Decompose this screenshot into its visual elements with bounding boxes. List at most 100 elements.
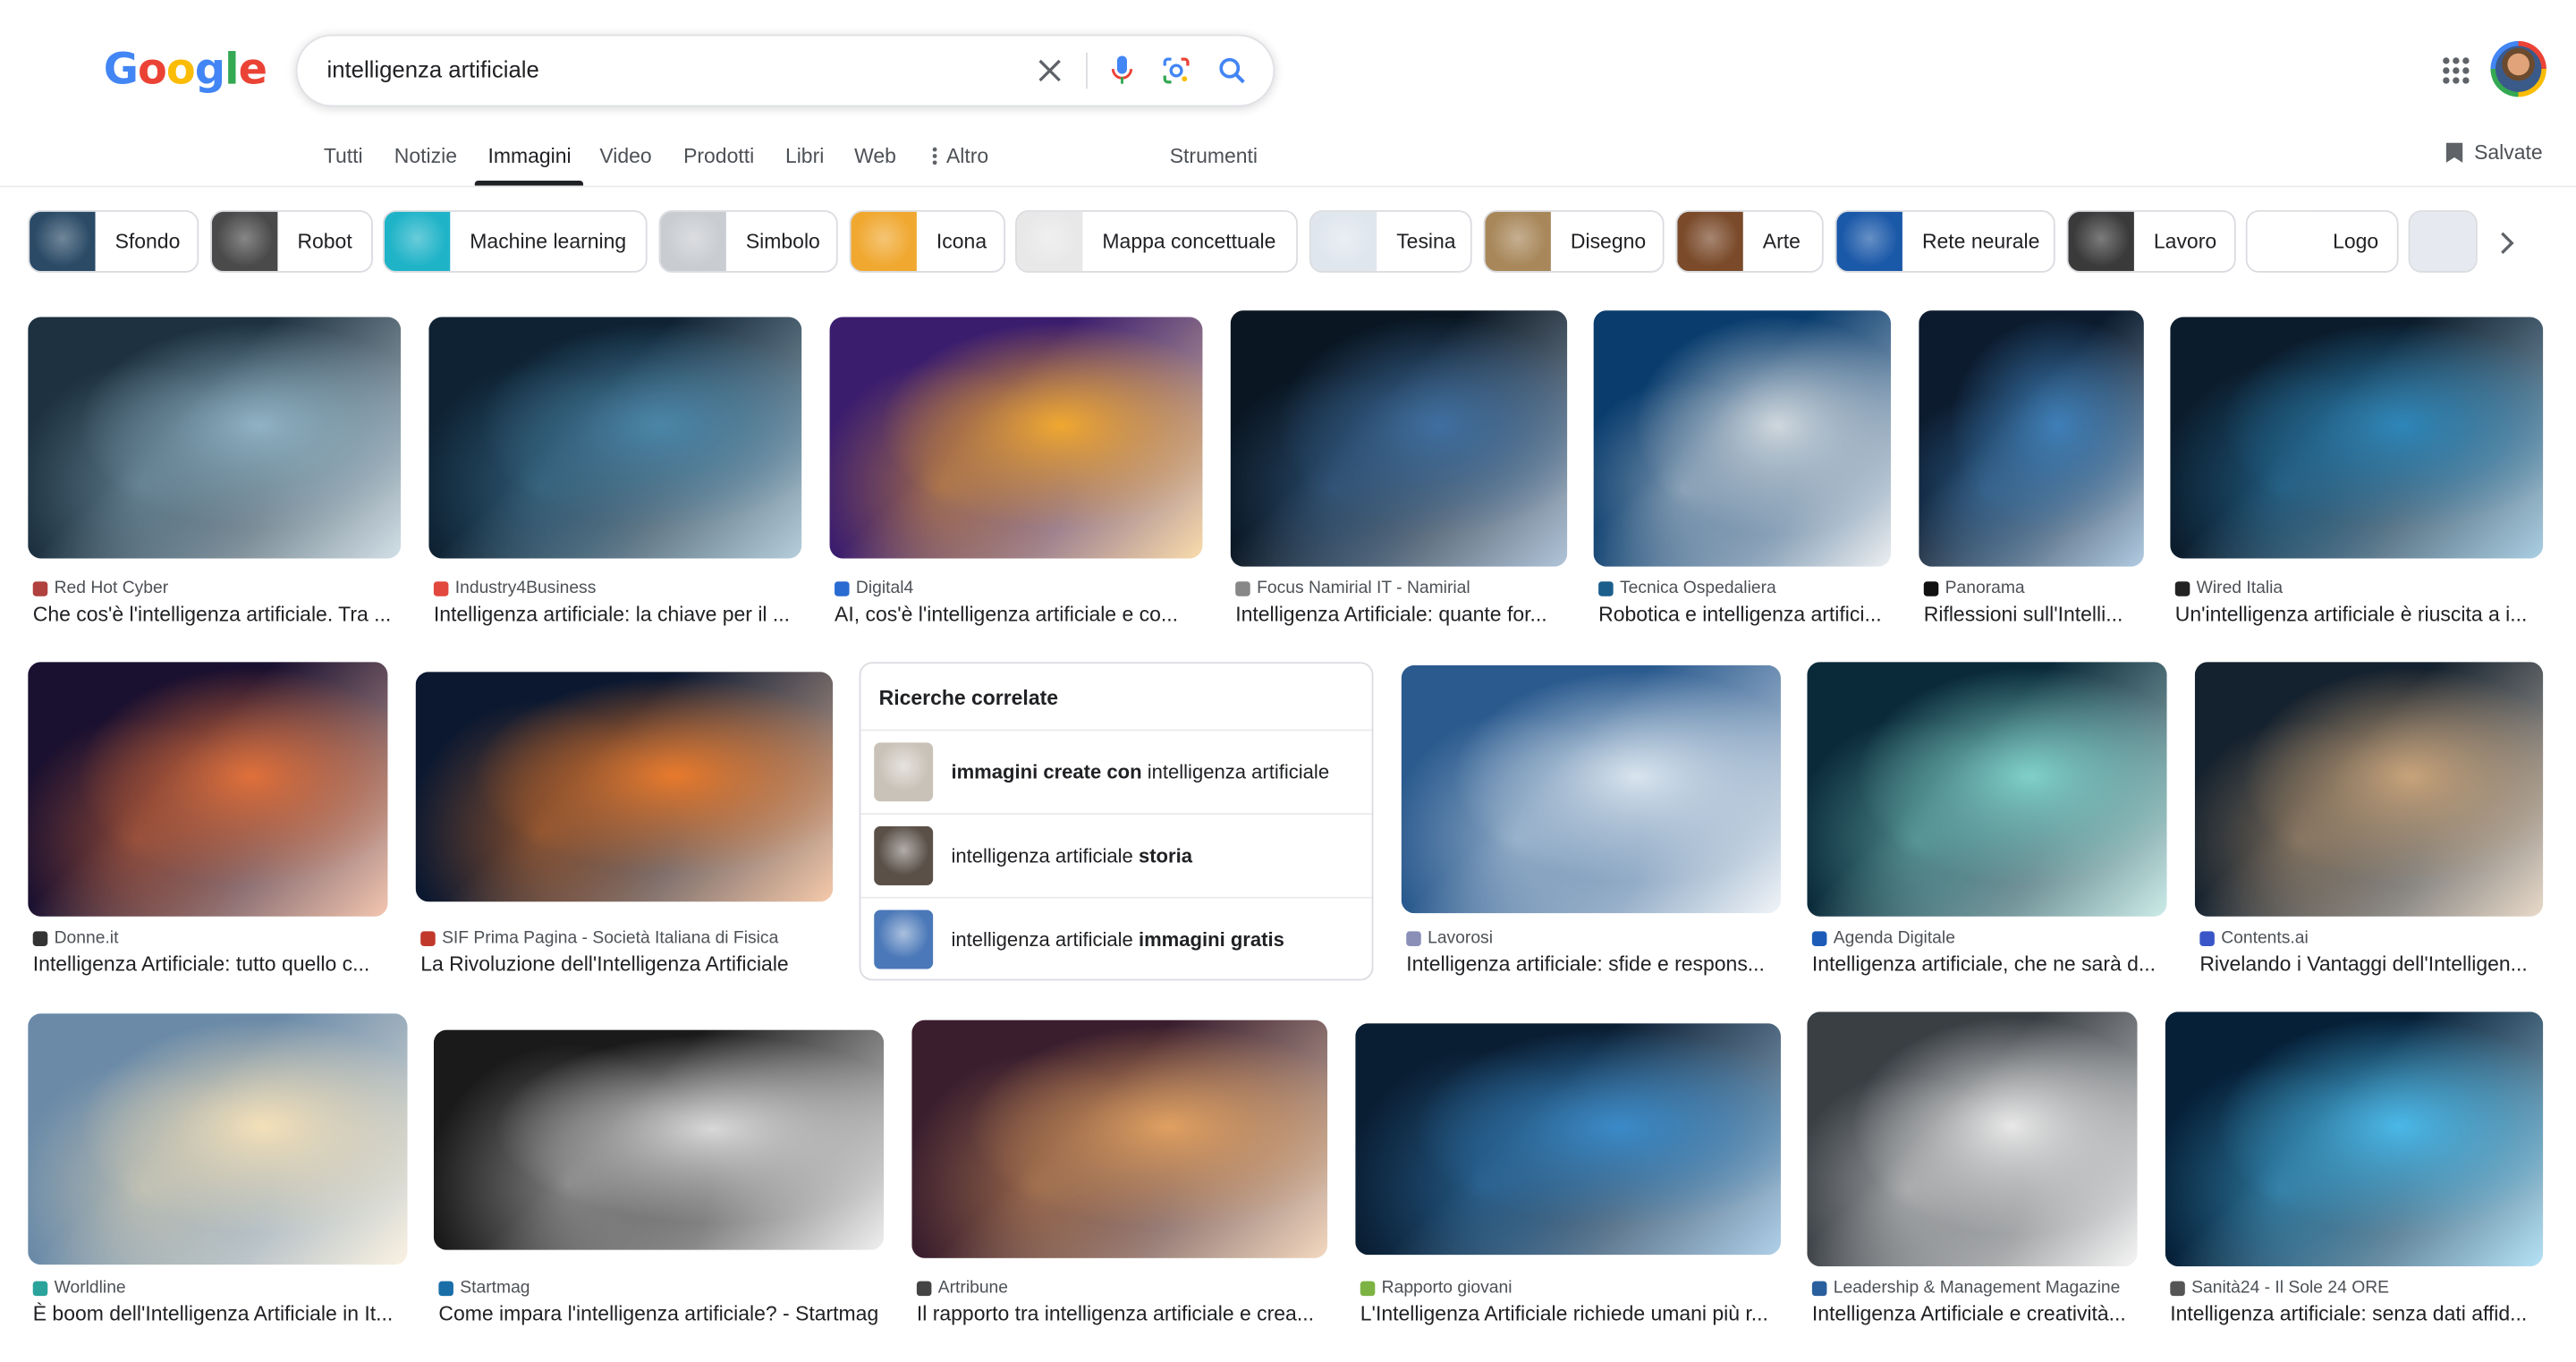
tab-video[interactable]: Video bbox=[599, 145, 651, 168]
tab-notizie[interactable]: Notizie bbox=[394, 145, 457, 168]
result-title[interactable]: L'Intelligenza Artificiale richiede uman… bbox=[1360, 1303, 1781, 1326]
result-thumbnail[interactable] bbox=[1807, 1011, 2138, 1267]
result-thumbnail[interactable] bbox=[2165, 1011, 2544, 1267]
tab-tutti[interactable]: Tutti bbox=[324, 145, 363, 168]
result-source[interactable]: Wired Italia bbox=[2174, 579, 2283, 598]
result-title[interactable]: Intelligenza Artificiale: quante for... bbox=[1235, 603, 1567, 626]
chip-thumbnail bbox=[1485, 211, 1551, 272]
chip-label: Mappa concettuale bbox=[1102, 230, 1276, 253]
chip-robot[interactable]: Robot bbox=[210, 210, 373, 273]
chip-simbolo[interactable]: Simbolo bbox=[658, 210, 838, 273]
result-source[interactable]: Lavorosi bbox=[1406, 928, 1493, 948]
result-source[interactable]: Artribune bbox=[916, 1278, 1008, 1298]
result-thumbnail[interactable] bbox=[428, 317, 802, 559]
result-title[interactable]: Robotica e intelligenza artifici... bbox=[1598, 603, 1891, 626]
search-input[interactable]: intelligenza artificiale bbox=[327, 55, 539, 81]
account-avatar[interactable] bbox=[2490, 40, 2546, 97]
saved-button[interactable]: Salvate bbox=[2445, 141, 2543, 165]
related-search-item[interactable]: intelligenza artificiale immagini gratis bbox=[860, 896, 1372, 983]
result-source[interactable]: Agenda Digitale bbox=[1811, 928, 1955, 948]
chevron-right-icon[interactable] bbox=[2484, 224, 2529, 263]
result-thumbnail[interactable] bbox=[28, 317, 402, 559]
header-divider bbox=[0, 185, 2576, 188]
logo-letter: o bbox=[165, 46, 196, 96]
result-source[interactable]: Startmag bbox=[438, 1278, 530, 1298]
result-title[interactable]: Che cos'è l'intelligenza artificiale. Tr… bbox=[33, 603, 401, 626]
result-thumbnail[interactable] bbox=[2194, 662, 2544, 917]
result-source[interactable]: Worldline bbox=[32, 1278, 126, 1298]
result-title[interactable]: Intelligenza artificiale, che ne sarà d.… bbox=[1812, 952, 2167, 976]
result-thumbnail[interactable] bbox=[1355, 1023, 1781, 1256]
search-icon[interactable] bbox=[1216, 55, 1249, 88]
google-logo[interactable]: Google bbox=[104, 46, 267, 95]
chip-thumbnail bbox=[30, 211, 96, 272]
result-thumbnail[interactable] bbox=[911, 1019, 1328, 1258]
result-source[interactable]: Digital4 bbox=[835, 579, 913, 598]
chip-arte[interactable]: Arte bbox=[1675, 210, 1824, 273]
result-source[interactable]: Panorama bbox=[1923, 579, 2025, 598]
result-source[interactable]: Tecnica Ospedaliera bbox=[1598, 579, 1776, 598]
result-source[interactable]: Red Hot Cyber bbox=[32, 578, 169, 598]
result-title[interactable]: Riflessioni sull'Intelli... bbox=[1924, 603, 2144, 626]
tab-web[interactable]: Web bbox=[854, 145, 896, 168]
chip-partial[interactable] bbox=[2408, 210, 2478, 273]
result-source-name: Donne.it bbox=[54, 927, 119, 948]
result-thumbnail[interactable] bbox=[1919, 310, 2144, 567]
result-source[interactable]: Sanità24 - Il Sole 24 ORE bbox=[2170, 1278, 2389, 1298]
result-title[interactable]: Rivelando i Vantaggi dell'Intelligen... bbox=[2199, 952, 2543, 976]
chip-disegno[interactable]: Disegno bbox=[1483, 210, 1665, 273]
result-thumbnail[interactable] bbox=[415, 672, 834, 902]
chip-rete-neurale[interactable]: Rete neurale bbox=[1835, 210, 2055, 273]
result-title[interactable]: È boom dell'Intelligenza Artificiale in … bbox=[33, 1303, 408, 1326]
result-title[interactable]: La Rivoluzione dell'Intelligenza Artific… bbox=[420, 952, 833, 976]
result-source[interactable]: Industry4Business bbox=[433, 579, 596, 598]
chip-mappa-concettuale[interactable]: Mappa concettuale bbox=[1015, 210, 1298, 273]
search-box[interactable]: intelligenza artificiale bbox=[295, 34, 1275, 107]
result-title[interactable]: Intelligenza artificiale: sfide e respon… bbox=[1406, 952, 1781, 976]
result-title[interactable]: Un'intelligenza artificiale è riuscita a… bbox=[2175, 603, 2543, 626]
result-title[interactable]: Intelligenza Artificiale: tutto quello c… bbox=[33, 952, 388, 976]
tab-immagini[interactable]: Immagini bbox=[487, 145, 571, 168]
result-thumbnail[interactable] bbox=[1230, 310, 1568, 567]
result-thumbnail[interactable] bbox=[829, 317, 1203, 559]
google-apps-icon[interactable] bbox=[2441, 55, 2470, 85]
result-thumbnail[interactable] bbox=[1593, 310, 1892, 567]
chip-logo[interactable]: Logo bbox=[2245, 210, 2399, 273]
lens-camera-icon[interactable] bbox=[1160, 55, 1193, 88]
favicon-icon bbox=[32, 580, 48, 596]
tools-button[interactable]: Strumenti bbox=[1170, 145, 1258, 168]
clear-icon[interactable] bbox=[1033, 55, 1066, 88]
result-title[interactable]: AI, cos'è l'intelligenza artificiale e c… bbox=[835, 603, 1202, 626]
result-title[interactable]: Come impara l'intelligenza artificiale? … bbox=[438, 1303, 884, 1326]
result-source[interactable]: Leadership & Management Magazine bbox=[1811, 1278, 2120, 1298]
result-thumbnail[interactable] bbox=[1401, 664, 1781, 914]
result-source-name: Red Hot Cyber bbox=[54, 578, 169, 598]
result-title[interactable]: Il rapporto tra intelligenza artificiale… bbox=[917, 1303, 1327, 1326]
result-thumbnail[interactable] bbox=[433, 1029, 885, 1250]
result-source[interactable]: Contents.ai bbox=[2199, 928, 2309, 948]
tab-libri[interactable]: Libri bbox=[785, 145, 824, 168]
result-thumbnail[interactable] bbox=[2170, 317, 2544, 559]
chip-lavoro[interactable]: Lavoro bbox=[2066, 210, 2236, 273]
result-thumbnail[interactable] bbox=[28, 662, 388, 917]
result-title[interactable]: Intelligenza artificiale: la chiave per … bbox=[434, 603, 801, 626]
result-source[interactable]: Focus Namirial IT - Namirial bbox=[1235, 579, 1470, 598]
result-title[interactable]: Intelligenza artificiale: senza dati aff… bbox=[2170, 1303, 2543, 1326]
result-source[interactable]: Rapporto giovani bbox=[1360, 1278, 1512, 1298]
related-search-item[interactable]: immagini create con intelligenza artific… bbox=[860, 729, 1372, 815]
chip-icona[interactable]: Icona bbox=[849, 210, 1006, 273]
result-thumbnail[interactable] bbox=[28, 1013, 408, 1265]
chip-sfondo[interactable]: Sfondo bbox=[28, 210, 199, 273]
result-title[interactable]: Intelligenza Artificiale e creatività... bbox=[1812, 1303, 2138, 1326]
chip-label: Simbolo bbox=[745, 230, 820, 253]
tab-prodotti[interactable]: Prodotti bbox=[683, 145, 754, 168]
result-thumbnail[interactable] bbox=[1807, 662, 2167, 917]
tab-altro[interactable]: Altro bbox=[931, 145, 988, 167]
result-source[interactable]: Donne.it bbox=[32, 927, 119, 948]
microphone-icon[interactable] bbox=[1106, 55, 1139, 88]
chip-machine-learning[interactable]: Machine learning bbox=[382, 210, 648, 273]
chip-tesina[interactable]: Tesina bbox=[1309, 210, 1472, 273]
favicon-icon bbox=[1811, 1280, 1827, 1296]
result-source[interactable]: SIF Prima Pagina - Società Italiana di F… bbox=[420, 928, 778, 948]
related-search-item[interactable]: intelligenza artificiale storia bbox=[860, 813, 1372, 899]
